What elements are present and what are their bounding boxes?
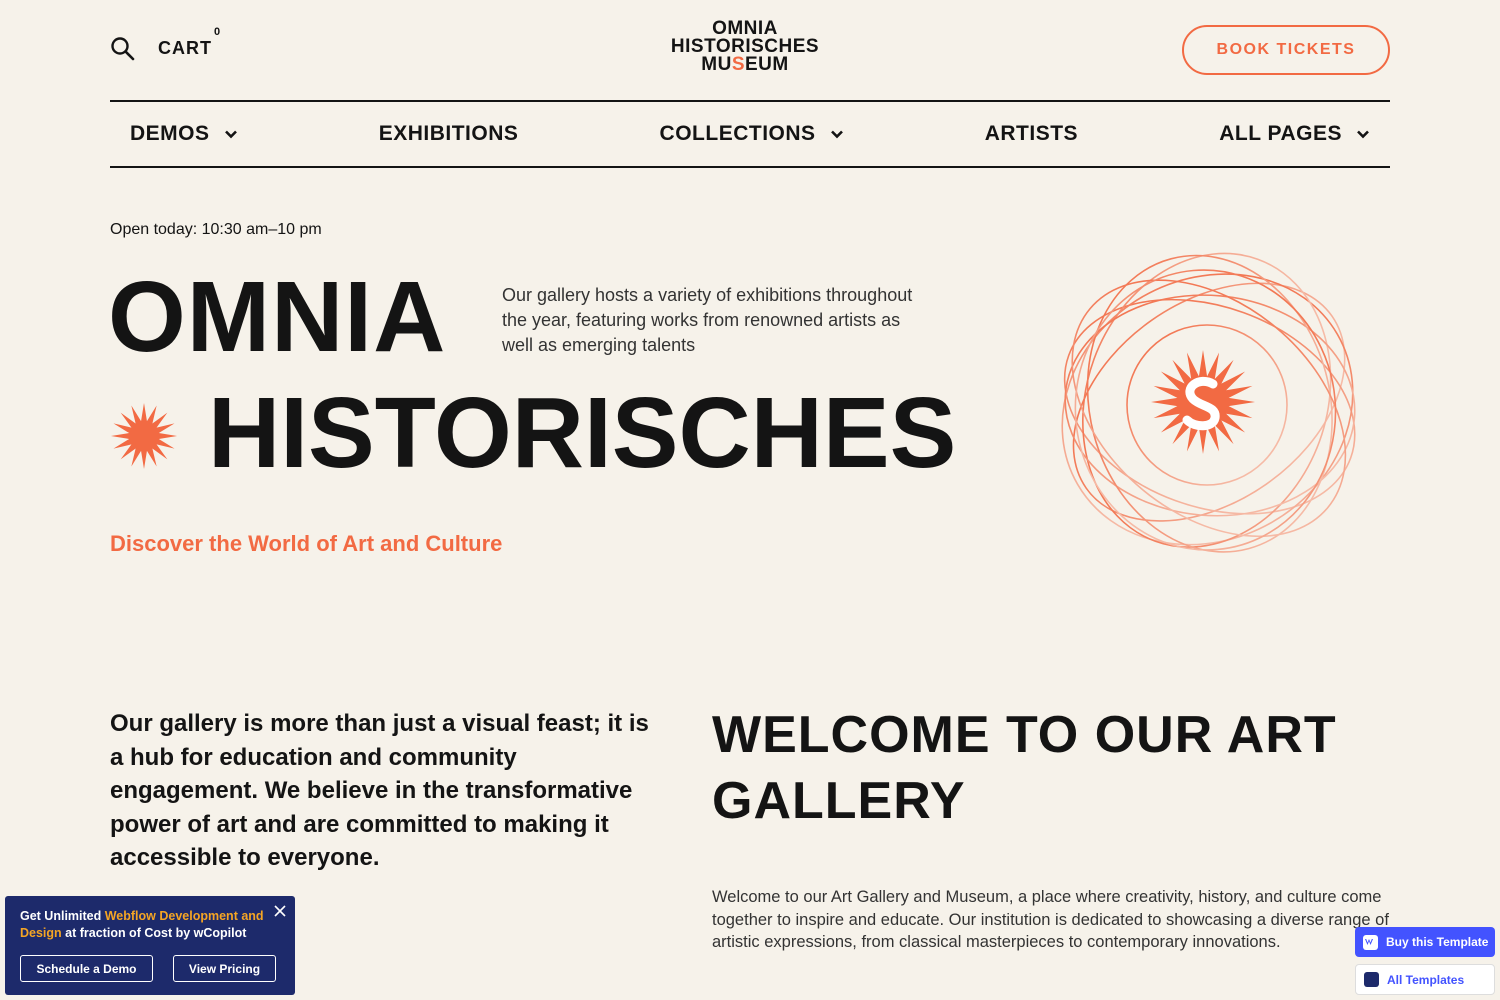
starburst-icon <box>110 402 178 470</box>
welcome-heading: WELCOME TO OUR ART GALLERY <box>712 706 1337 830</box>
book-tickets-button[interactable]: BOOK TICKETS <box>1182 25 1390 75</box>
template-icon <box>1364 972 1379 987</box>
chevron-down-icon <box>1357 130 1369 139</box>
orbit-emblem-icon <box>1061 252 1356 553</box>
cart-link[interactable]: CART0 <box>158 26 220 59</box>
view-pricing-button[interactable]: View Pricing <box>173 955 276 982</box>
promo-popup: Get Unlimited Webflow Development and De… <box>5 896 295 995</box>
hero-intro-text: Our gallery hosts a variety of exhibitio… <box>502 285 913 355</box>
main-nav: DEMOS EXHIBITIONS COLLECTIONS ARTISTS AL… <box>110 100 1390 168</box>
buy-template-button[interactable]: Buy this Template <box>1355 927 1495 957</box>
cart-label: CART <box>158 38 212 58</box>
nav-item-demos[interactable]: DEMOS <box>130 122 238 146</box>
schedule-demo-button[interactable]: Schedule a Demo <box>20 955 153 982</box>
header: CART0 OMNIA HISTORISCHES MUSEUM BOOK TIC… <box>110 0 1390 100</box>
site-logo[interactable]: OMNIA HISTORISCHES MUSEUM <box>665 19 825 75</box>
opening-hours: Open today: 10:30 am–10 pm <box>110 221 322 238</box>
promo-text: Get Unlimited Webflow Development and De… <box>20 909 264 940</box>
chevron-down-icon <box>830 130 843 139</box>
cart-count: 0 <box>214 26 222 38</box>
hero-tagline: Discover the World of Art and Culture <box>110 531 503 556</box>
close-icon[interactable] <box>273 904 287 918</box>
chevron-down-icon <box>224 130 237 139</box>
logo-line-3: MUSEUM <box>701 54 789 75</box>
search-icon[interactable] <box>110 36 138 64</box>
mission-statement: Our gallery is more than just a visual f… <box>110 710 649 872</box>
welcome-paragraph: Welcome to our Art Gallery and Museum, a… <box>712 888 1389 951</box>
hero-title-line-2: HISTORISCHES <box>208 377 957 489</box>
all-templates-button[interactable]: All Templates <box>1355 964 1495 995</box>
nav-item-exhibitions[interactable]: EXHIBITIONS <box>379 122 519 146</box>
nav-item-artists[interactable]: ARTISTS <box>985 122 1078 146</box>
nav-item-all-pages[interactable]: ALL PAGES <box>1219 122 1370 146</box>
hero-title-line-1: OMNIA <box>108 261 447 373</box>
nav-item-collections[interactable]: COLLECTIONS <box>660 122 844 146</box>
webflow-icon <box>1363 934 1378 950</box>
